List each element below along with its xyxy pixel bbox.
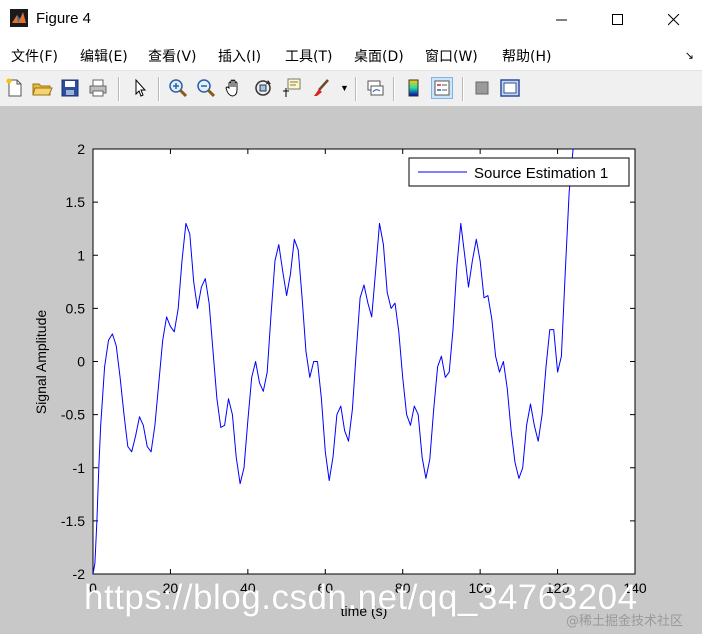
zoom-out-button[interactable] [195, 77, 217, 99]
data-cursor-icon [283, 78, 301, 97]
dock-arrow-icon[interactable]: ↘ [685, 49, 694, 62]
maximize-icon [612, 14, 623, 25]
menu-bar: 文件(F) 编辑(E) 查看(V) 插入(I) 工具(T) 桌面(D) 窗口(W… [0, 40, 702, 70]
legend-box[interactable]: Source Estimation 1 [408, 157, 630, 187]
legend-icon [434, 80, 450, 96]
title-bar: Figure 4 [0, 0, 702, 41]
brush-button[interactable] [311, 77, 333, 99]
minimize-icon [556, 19, 567, 21]
watermark-url: https://blog.csdn.net/qq_34763204 [84, 578, 638, 617]
rotate-3d-button[interactable] [252, 77, 274, 99]
zoom-in-button[interactable] [167, 77, 189, 99]
y-tick-label: 0.5 [66, 300, 86, 316]
colorbar-button[interactable] [403, 77, 425, 99]
hide-plot-tools-button[interactable] [471, 77, 493, 99]
toolbar-separator [118, 77, 120, 101]
menu-window[interactable]: 窗口(W) [425, 46, 478, 66]
y-tick-label: 0 [77, 354, 85, 370]
toolbar-separator [462, 77, 464, 101]
open-file-icon [32, 83, 53, 96]
save-icon [61, 79, 79, 97]
y-tick-label: -1 [73, 460, 86, 476]
link-plot-icon [367, 80, 384, 96]
link-plot-button[interactable] [364, 77, 386, 99]
zoom-out-icon [197, 79, 216, 98]
edit-plot-arrow-icon [135, 78, 147, 97]
menu-tools[interactable]: 工具(T) [285, 46, 332, 66]
y-axis-label: Signal Amplitude [33, 310, 49, 415]
toolbar-separator [355, 77, 357, 101]
print-icon [89, 79, 107, 97]
edit-plot-button[interactable] [129, 77, 151, 99]
data-cursor-button[interactable] [280, 77, 302, 99]
window-title: Figure 4 [36, 10, 92, 27]
y-tick-label: 1.5 [66, 194, 86, 210]
legend-button[interactable] [431, 77, 453, 99]
brush-icon [314, 79, 329, 96]
y-tick-label: 1 [77, 247, 85, 263]
pan-hand-icon [225, 79, 238, 97]
print-button[interactable] [87, 77, 109, 99]
open-file-button[interactable] [31, 77, 53, 99]
close-icon [668, 14, 680, 26]
y-tick-label: -1.5 [61, 513, 85, 529]
toolbar-separator [393, 77, 395, 101]
line-chart[interactable]: 0 20 40 60 80 100 120 140 -2-1.5-1-0.500.511.52… [0, 106, 702, 634]
hide-plot-tools-icon [475, 81, 489, 95]
close-button[interactable] [646, 0, 702, 40]
save-button[interactable] [59, 77, 81, 99]
minimize-button[interactable] [534, 0, 590, 40]
toolbar-separator [158, 77, 160, 101]
pan-button[interactable] [223, 77, 245, 99]
rotate-3d-icon [255, 80, 271, 96]
zoom-in-icon [169, 79, 188, 98]
show-plot-tools-button[interactable] [499, 77, 521, 99]
menu-view[interactable]: 查看(V) [148, 46, 197, 66]
legend-entry: Source Estimation 1 [474, 165, 608, 182]
menu-edit[interactable]: 编辑(E) [80, 46, 128, 66]
show-plot-tools-icon [500, 79, 520, 97]
new-figure-icon [6, 78, 22, 97]
brush-dropdown-icon[interactable]: ▼ [340, 83, 349, 93]
toolbar: ▼ [0, 70, 702, 107]
watermark-community: @稀土掘金技术社区 [566, 614, 684, 629]
new-figure-button[interactable] [4, 77, 26, 99]
menu-help[interactable]: 帮助(H) [502, 46, 551, 66]
menu-file[interactable]: 文件(F) [11, 46, 58, 66]
axes-background [92, 148, 636, 575]
y-tick-label: -0.5 [61, 407, 85, 423]
menu-insert[interactable]: 插入(I) [218, 46, 261, 66]
figure-canvas: 0 20 40 60 80 100 120 140 -2 -1.5 -1 -0.5 0 0.5 1 1.5 2… [0, 106, 702, 634]
colorbar-icon [408, 79, 419, 97]
maximize-button[interactable] [590, 0, 646, 40]
menu-desktop[interactable]: 桌面(D) [354, 46, 404, 66]
matlab-logo-icon [10, 9, 28, 27]
y-tick-label: 2 [77, 141, 85, 157]
